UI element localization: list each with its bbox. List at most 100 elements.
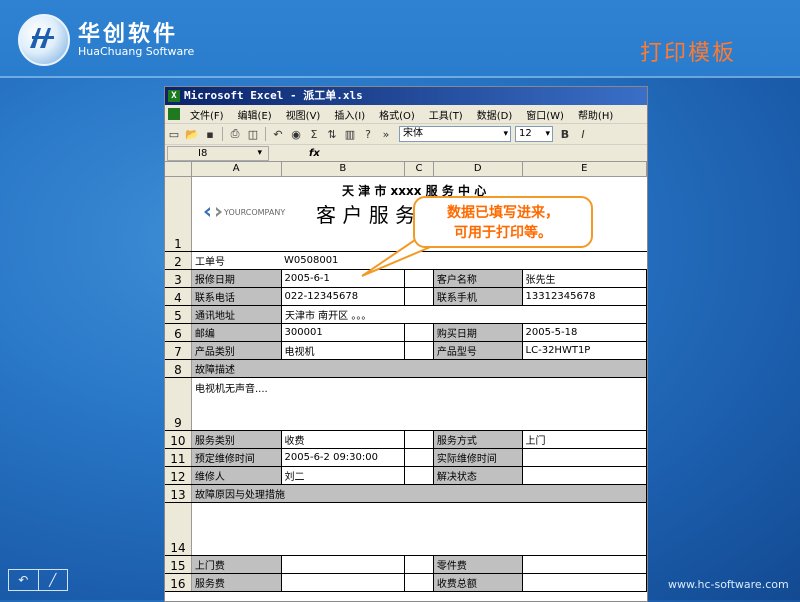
cell-value[interactable]: LC-32HWT1P xyxy=(523,342,647,359)
column-header-a[interactable]: A xyxy=(192,162,282,176)
cell-value[interactable]: 2005-6-2 09:30:00 xyxy=(282,449,405,466)
undo-icon[interactable]: ↶ xyxy=(270,126,286,142)
open-folder-icon[interactable]: 📂 xyxy=(184,126,200,142)
cell-work-order-value[interactable]: W0508001 xyxy=(281,252,647,269)
menu-window[interactable]: 窗口(W) xyxy=(519,107,571,122)
cell-label[interactable]: 邮编 xyxy=(191,324,282,341)
menu-edit[interactable]: 编辑(E) xyxy=(231,107,279,122)
cell-empty[interactable] xyxy=(405,574,434,591)
sort-icon[interactable]: ⇅ xyxy=(324,126,340,142)
cell-label[interactable]: 实际维修时间 xyxy=(433,449,523,466)
menu-data[interactable]: 数据(D) xyxy=(470,107,520,122)
cell-value[interactable]: 电视机 xyxy=(282,342,405,359)
cell-value[interactable]: 022-12345678 xyxy=(282,288,405,305)
cell-label[interactable]: 通讯地址 xyxy=(192,306,282,323)
cell-label[interactable]: 维修人 xyxy=(191,467,282,484)
cell-label[interactable]: 报修日期 xyxy=(191,270,282,287)
select-all-corner[interactable] xyxy=(165,162,192,176)
toolbar-options-icon[interactable]: » xyxy=(378,126,394,142)
new-doc-icon[interactable]: ▭ xyxy=(166,126,182,142)
cell-empty[interactable] xyxy=(405,556,434,573)
nav-pen-icon[interactable]: ╱ xyxy=(39,570,68,590)
cell-value[interactable]: 300001 xyxy=(282,324,405,341)
cell-value[interactable]: 13312345678 xyxy=(523,288,647,305)
cell-section-label[interactable]: 故障描述 xyxy=(192,360,647,377)
fx-icon[interactable]: fx xyxy=(309,148,320,159)
row-header[interactable]: 5 xyxy=(165,306,192,323)
cell-label[interactable]: 客户名称 xyxy=(433,270,523,287)
cell-section-label[interactable]: 故障原因与处理措施 xyxy=(192,485,647,502)
cell-work-order-label[interactable]: 工单号 xyxy=(192,252,281,269)
row-header[interactable]: 12 xyxy=(165,467,192,484)
column-header-e[interactable]: E xyxy=(523,162,647,176)
cell-empty[interactable] xyxy=(405,288,434,305)
row-header[interactable]: 13 xyxy=(165,485,192,502)
cell-value[interactable]: 张先生 xyxy=(523,270,647,287)
cell-label[interactable]: 联系电话 xyxy=(191,288,282,305)
row-header[interactable]: 1 xyxy=(165,177,192,251)
cell-value[interactable] xyxy=(523,574,647,591)
cell-empty[interactable] xyxy=(405,431,434,448)
cell-value[interactable]: 上门 xyxy=(523,431,647,448)
save-icon[interactable]: ▪ xyxy=(202,126,218,142)
cell-empty[interactable] xyxy=(405,449,434,466)
cell-label[interactable]: 收费总额 xyxy=(433,574,523,591)
print-preview-icon[interactable]: ◫ xyxy=(245,126,261,142)
menu-format[interactable]: 格式(O) xyxy=(372,107,422,122)
cell-empty[interactable] xyxy=(405,324,434,341)
font-name-select[interactable]: 宋体 xyxy=(399,126,511,142)
cell-label[interactable]: 产品类别 xyxy=(191,342,282,359)
row-header[interactable]: 6 xyxy=(165,324,192,341)
column-header-c[interactable]: C xyxy=(405,162,434,176)
column-header-d[interactable]: D xyxy=(434,162,523,176)
cell-label[interactable]: 产品型号 xyxy=(433,342,523,359)
cell-label[interactable]: 预定维修时间 xyxy=(191,449,282,466)
cell-label[interactable]: 购买日期 xyxy=(433,324,523,341)
cell-value[interactable]: 2005-5-18 xyxy=(523,324,647,341)
cell-value[interactable] xyxy=(523,449,647,466)
hyperlink-icon[interactable]: ◉ xyxy=(288,126,304,142)
cell-value[interactable]: 收费 xyxy=(282,431,405,448)
menu-help[interactable]: 帮助(H) xyxy=(571,107,620,122)
font-size-select[interactable]: 12 xyxy=(515,126,553,142)
cell-label[interactable]: 服务类别 xyxy=(191,431,282,448)
autosum-icon[interactable]: Σ xyxy=(306,126,322,142)
row-header[interactable]: 15 xyxy=(165,556,192,573)
cell-value[interactable] xyxy=(523,556,647,573)
cell-label[interactable]: 零件费 xyxy=(433,556,523,573)
row-header[interactable]: 2 xyxy=(165,252,192,269)
cell-value[interactable] xyxy=(282,574,405,591)
bold-button[interactable]: B xyxy=(557,126,573,142)
row-header[interactable]: 11 xyxy=(165,449,192,466)
row-header[interactable]: 7 xyxy=(165,342,192,359)
cell-empty[interactable] xyxy=(405,467,434,484)
cell-empty[interactable] xyxy=(405,342,434,359)
column-header-b[interactable]: B xyxy=(282,162,405,176)
cell-value[interactable] xyxy=(523,467,647,484)
cell-label[interactable]: 联系手机 xyxy=(433,288,523,305)
cell-label[interactable]: 解决状态 xyxy=(433,467,523,484)
cell-label[interactable]: 上门费 xyxy=(191,556,282,573)
cell-fault-cause[interactable] xyxy=(192,503,647,555)
cell-value[interactable]: 刘二 xyxy=(282,467,405,484)
menu-insert[interactable]: 插入(I) xyxy=(327,107,372,122)
name-box[interactable]: I8 xyxy=(167,145,269,161)
help-icon[interactable]: ? xyxy=(360,126,376,142)
chart-icon[interactable]: ▥ xyxy=(342,126,358,142)
row-header[interactable]: 9 xyxy=(165,378,192,430)
italic-button[interactable]: I xyxy=(575,126,591,142)
row-header[interactable]: 14 xyxy=(165,503,192,555)
cell-value[interactable] xyxy=(282,556,405,573)
row-header[interactable]: 16 xyxy=(165,574,192,591)
row-header[interactable]: 3 xyxy=(165,270,192,287)
print-icon[interactable]: ⎙ xyxy=(227,126,243,142)
menu-file[interactable]: 文件(F) xyxy=(183,107,231,122)
row-header[interactable]: 10 xyxy=(165,431,192,448)
cell-fault-description[interactable]: 电视机无声音.... xyxy=(192,378,647,430)
row-header[interactable]: 8 xyxy=(165,360,192,377)
nav-back-icon[interactable]: ↶ xyxy=(9,570,39,590)
menu-view[interactable]: 视图(V) xyxy=(279,107,328,122)
cell-label[interactable]: 服务方式 xyxy=(433,431,523,448)
cell-value[interactable]: 天津市 南开区 。。。 xyxy=(282,306,647,323)
menu-tools[interactable]: 工具(T) xyxy=(422,107,470,122)
